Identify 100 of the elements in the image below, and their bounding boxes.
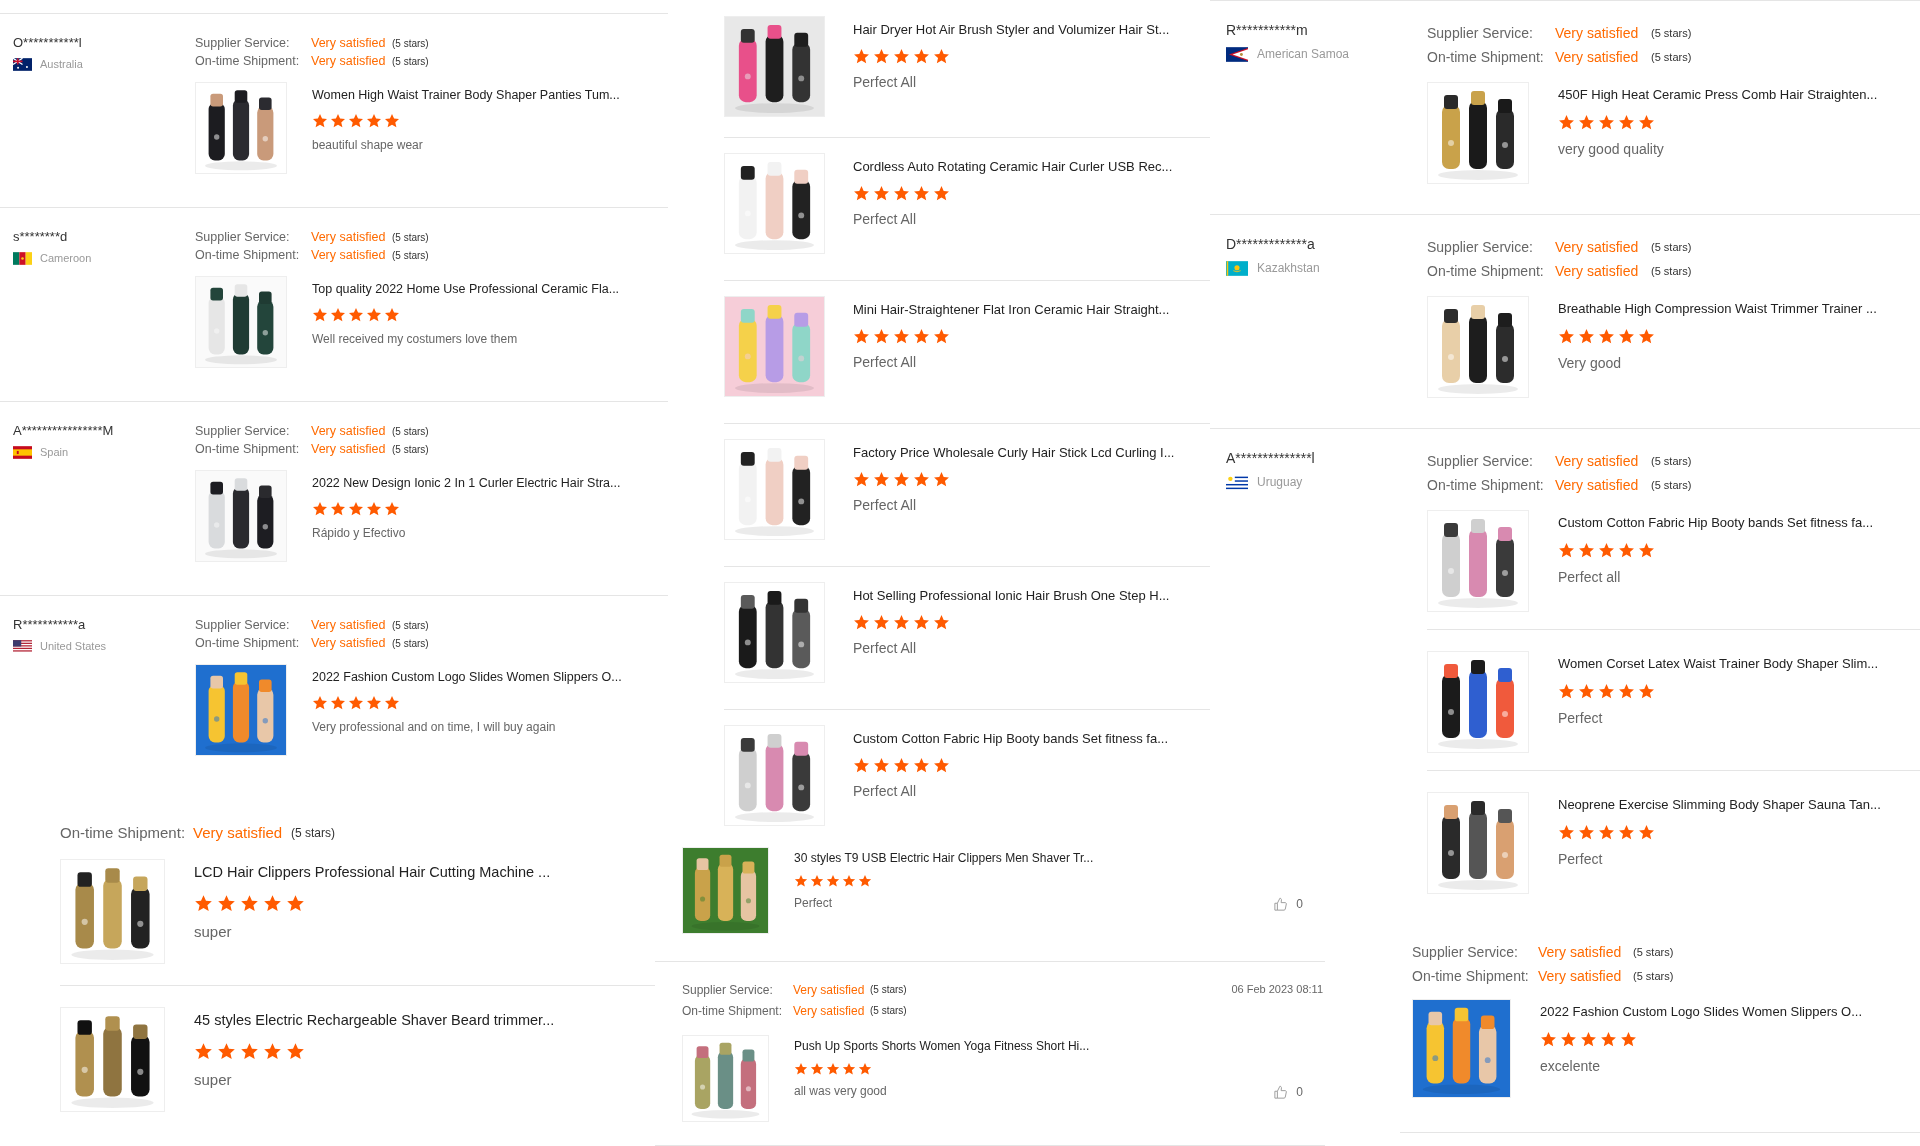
reviewer-name: D*************a (1226, 235, 1316, 253)
review-comment: excelente (1540, 1056, 1601, 1076)
star-icon (893, 47, 910, 65)
rating-value: Very satisfied (311, 440, 387, 458)
product-title: Custom Cotton Fabric Hip Booty bands Set fitness fa... (853, 730, 1170, 748)
product-title: Neoprene Exercise Slimming Body Shaper Sauna Tan... (1558, 796, 1882, 814)
star-icon (240, 893, 259, 913)
rating-label: Supplier Service: (682, 981, 774, 999)
review-comment: Perfect All (853, 72, 918, 92)
star-icon (1600, 1030, 1617, 1048)
star-icon (893, 756, 910, 774)
star-icon (933, 756, 950, 774)
rating-value: Very satisfied (1555, 47, 1640, 67)
like-button[interactable]: 0 (1273, 1083, 1303, 1101)
star-icon (1578, 327, 1595, 345)
rating-label: On-time Shipment: (60, 822, 187, 843)
star-icon (1578, 823, 1595, 841)
star-icon (348, 112, 364, 129)
rating-note: (5 stars) (1651, 239, 1692, 255)
product-title: 2022 Fashion Custom Logo Slides Women Slippers O... (1540, 1003, 1864, 1021)
review-comment: Very good (1558, 353, 1623, 373)
rating-note: (5 stars) (392, 424, 429, 439)
product-title: Hair Dryer Hot Air Brush Styler and Volumizer Hair St... (853, 21, 1171, 39)
product-title: Push Up Sports Shorts Women Yoga Fitness Short Hi... (794, 1038, 1091, 1055)
star-icon (1560, 1030, 1577, 1048)
rating-label: On-time Shipment: (1427, 261, 1545, 281)
flag-icon (13, 57, 32, 71)
star-icon (1598, 113, 1615, 131)
review-comment: Perfect All (853, 638, 918, 658)
star-icon (842, 874, 856, 888)
product-title: Factory Price Wholesale Curly Hair Stick Lcd Curling I... (853, 444, 1176, 462)
reviewer-name: R***********a (13, 616, 87, 634)
star-icon (194, 1041, 213, 1061)
star-icon (1638, 682, 1655, 700)
rating-label: Supplier Service: (195, 616, 291, 634)
star-icon (826, 1062, 840, 1076)
rating-label: On-time Shipment: (682, 1002, 784, 1020)
star-icon (842, 1062, 856, 1076)
rating-value: Very satisfied (1555, 261, 1640, 281)
product-title: 450F High Heat Ceramic Press Comb Hair Straighten... (1558, 86, 1879, 104)
review-comment: Very professional and on time, I will buy again (312, 718, 557, 736)
star-icon (853, 184, 870, 202)
product-title: Mini Hair-Straightener Flat Iron Ceramic Hair Straight... (853, 301, 1171, 319)
rating-note: (5 stars) (1633, 944, 1674, 960)
flag-icon (13, 639, 32, 653)
reviewer-name: A****************M (13, 422, 115, 440)
star-icon (858, 1062, 872, 1076)
country-name: American Samoa (1257, 46, 1350, 63)
star-icon (1598, 682, 1615, 700)
rating-value: Very satisfied (311, 634, 387, 652)
star-icon (873, 184, 890, 202)
star-icon (794, 874, 808, 888)
rating-label: Supplier Service: (1427, 23, 1534, 43)
star-icon (853, 47, 870, 65)
review-comment: all was very good (794, 1083, 888, 1100)
reviewer-name: R***********m (1226, 21, 1309, 39)
star-icon (913, 756, 930, 774)
product-title: Breathable High Compression Waist Trimmer Trainer ... (1558, 300, 1878, 318)
thumbs-up-icon (1273, 1084, 1289, 1100)
star-icon (366, 694, 382, 711)
rating-note: (5 stars) (1651, 25, 1692, 41)
review-comment: Perfect All (853, 352, 918, 372)
star-icon (933, 184, 950, 202)
star-icon (1620, 1030, 1637, 1048)
rating-value: Very satisfied (1555, 237, 1640, 257)
star-icon (348, 694, 364, 711)
rating-label: Supplier Service: (195, 422, 291, 440)
review-comment: Perfect (1558, 849, 1604, 869)
rating-value: Very satisfied (311, 616, 387, 634)
product-title: 30 styles T9 USB Electric Hair Clippers Men Shaver Tr... (794, 850, 1095, 867)
star-icon (312, 500, 328, 517)
star-icon (384, 112, 400, 129)
review-comment: very good quality (1558, 139, 1665, 159)
star-icon (810, 874, 824, 888)
review-comment: Well received my costumers love them (312, 330, 519, 348)
country-name: United States (40, 639, 107, 654)
rating-note: (5 stars) (1651, 49, 1692, 65)
star-icon (194, 893, 213, 913)
review-comment: Perfect All (853, 209, 918, 229)
rating-label: On-time Shipment: (195, 440, 301, 458)
rating-value: Very satisfied (311, 228, 387, 246)
reviewer-name: A**************l (1226, 449, 1316, 467)
star-icon (1578, 682, 1595, 700)
product-title: 2022 New Design Ionic 2 In 1 Curler Electric Hair Stra... (312, 475, 622, 492)
rating-note: (5 stars) (870, 983, 907, 997)
star-icon (366, 500, 382, 517)
rating-note: (5 stars) (392, 248, 429, 263)
thumbs-up-icon (1273, 896, 1289, 912)
rating-note: (5 stars) (870, 1004, 907, 1018)
rating-label: Supplier Service: (1427, 237, 1534, 257)
rating-note: (5 stars) (291, 825, 335, 842)
star-icon (933, 47, 950, 65)
rating-value: Very satisfied (1555, 451, 1640, 471)
star-icon (348, 500, 364, 517)
rating-note: (5 stars) (392, 636, 429, 651)
star-icon (384, 306, 400, 323)
like-button[interactable]: 0 (1273, 895, 1303, 913)
star-icon (933, 327, 950, 345)
star-icon (366, 112, 382, 129)
product-title: 45 styles Electric Rechargeable Shaver Beard trimmer... (194, 1011, 556, 1030)
